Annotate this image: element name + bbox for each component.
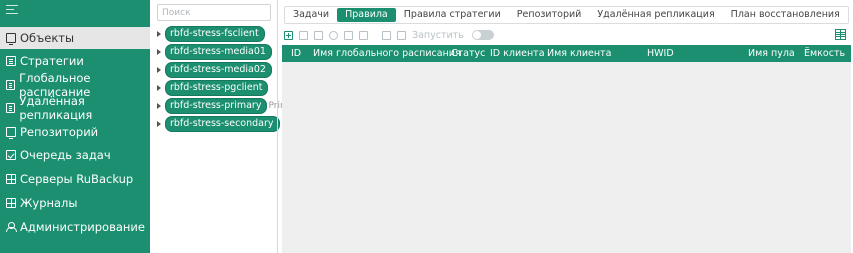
tree-node[interactable]: rbfd-stress-fsclient (157, 26, 265, 42)
search-input[interactable] (157, 4, 271, 21)
sidebar-item-logs[interactable]: Журналы (0, 192, 150, 214)
sidebar-item-objects[interactable]: Объекты (0, 27, 150, 49)
sidebar-item-label: Репозиторий (20, 125, 99, 139)
sidebar-item-task-queue[interactable]: Очередь задач (0, 144, 150, 166)
chevron-right-icon[interactable] (157, 49, 161, 55)
tree-node-label[interactable]: rbfd-stress-secondary (165, 116, 280, 132)
menu-icon[interactable] (6, 5, 18, 17)
main-content: Задачи Правила Правила стратегии Репозит… (280, 0, 853, 253)
monitor-icon (6, 33, 16, 45)
table-header: ID Имя глобального расписания Статус ID … (282, 45, 851, 62)
tab-repository[interactable]: Репозиторий (509, 7, 590, 23)
play-icon[interactable] (397, 30, 406, 40)
sidebar-item-repository[interactable]: Репозиторий (0, 121, 150, 143)
tab-recovery-plan[interactable]: План восстановления (723, 7, 848, 23)
tree-node[interactable]: rbfd-stress-secondary (157, 116, 280, 132)
document-icon (6, 80, 16, 90)
tab-strategy-rules[interactable]: Правила стратегии (396, 7, 509, 23)
tree-node[interactable]: rbfd-stress-media01 (157, 44, 272, 60)
column-header-client-name[interactable]: Имя клиента (547, 45, 611, 62)
chevron-right-icon[interactable] (157, 67, 161, 73)
edit-icon[interactable] (314, 30, 323, 40)
sidebar-item-administration[interactable]: Администрирование (0, 216, 150, 238)
add-icon[interactable] (284, 30, 293, 40)
tree-node-label[interactable]: rbfd-stress-media01 (165, 44, 272, 60)
log-icon (6, 198, 16, 208)
tab-rules[interactable]: Правила (337, 8, 396, 22)
chevron-right-icon[interactable] (157, 103, 161, 109)
sidebar-item-label: Удалённая репликация (19, 94, 93, 122)
column-header-status[interactable]: Статус (451, 45, 485, 62)
panel-divider[interactable] (277, 0, 278, 253)
sidebar-item-label: Очередь задач (20, 148, 111, 162)
toggle-switch[interactable] (471, 30, 494, 40)
chevron-right-icon[interactable] (157, 31, 161, 37)
tree-node[interactable]: rbfd-stress-pgclient (157, 80, 269, 96)
column-header-client-id[interactable]: ID клиента (490, 45, 545, 62)
document-icon (6, 103, 16, 113)
storage-icon (6, 127, 16, 139)
sidebar-item-servers[interactable]: Серверы RuBackup (0, 168, 150, 190)
tree-node-label[interactable]: rbfd-stress-primary (165, 98, 268, 114)
run-button[interactable]: Запустить (412, 30, 464, 41)
sidebar-item-label: Стратегии (20, 54, 84, 68)
toolbar: Запустить (284, 28, 494, 42)
tree-node-label[interactable]: rbfd-stress-media02 (165, 62, 272, 78)
column-header-schedule-name[interactable]: Имя глобального расписания (313, 45, 461, 62)
sidebar-item-label: Журналы (20, 196, 78, 210)
info-icon[interactable] (329, 30, 338, 40)
server-icon (6, 174, 16, 184)
calendar-icon[interactable] (359, 30, 368, 40)
tab-bar: Задачи Правила Правила стратегии Репозит… (284, 6, 849, 24)
tree-node-label[interactable]: rbfd-stress-fsclient (165, 26, 265, 42)
tree-node[interactable]: rbfd-stress-primary Prim (157, 98, 289, 114)
delete-icon[interactable] (382, 30, 391, 40)
object-tree: rbfd-stress-fsclient rbfd-stress-media01… (155, 0, 289, 253)
sidebar-item-global-schedule[interactable]: Глобальное расписание (0, 71, 150, 99)
rules-table: ID Имя глобального расписания Статус ID … (282, 45, 851, 253)
tree-node-label[interactable]: rbfd-stress-pgclient (165, 80, 269, 96)
tab-tasks[interactable]: Задачи (285, 7, 337, 23)
column-header-capacity[interactable]: Ёмкость (804, 45, 845, 62)
chevron-right-icon[interactable] (157, 121, 161, 127)
copy-icon[interactable] (299, 30, 308, 40)
sidebar: Объекты Стратегии Глобальное расписание … (0, 0, 150, 253)
column-header-id[interactable]: ID (291, 45, 301, 62)
chevron-right-icon[interactable] (157, 85, 161, 91)
sidebar-item-remote-replication[interactable]: Удалённая репликация (0, 94, 150, 122)
checklist-icon (6, 150, 16, 160)
sidebar-item-strategies[interactable]: Стратегии (0, 50, 150, 72)
duplicate-icon[interactable] (344, 30, 353, 40)
column-header-pool-name[interactable]: Имя пула (748, 45, 795, 62)
sidebar-item-label: Объекты (20, 31, 75, 45)
columns-settings-icon[interactable] (835, 29, 846, 40)
tab-remote-replication[interactable]: Удалённая репликация (589, 7, 722, 23)
document-icon (6, 56, 16, 66)
sidebar-item-label: Администрирование (20, 220, 145, 234)
sidebar-item-label: Серверы RuBackup (20, 172, 134, 186)
column-header-hwid[interactable]: HWID (647, 45, 674, 62)
tree-node[interactable]: rbfd-stress-media02 (157, 62, 272, 78)
users-icon (6, 222, 17, 232)
